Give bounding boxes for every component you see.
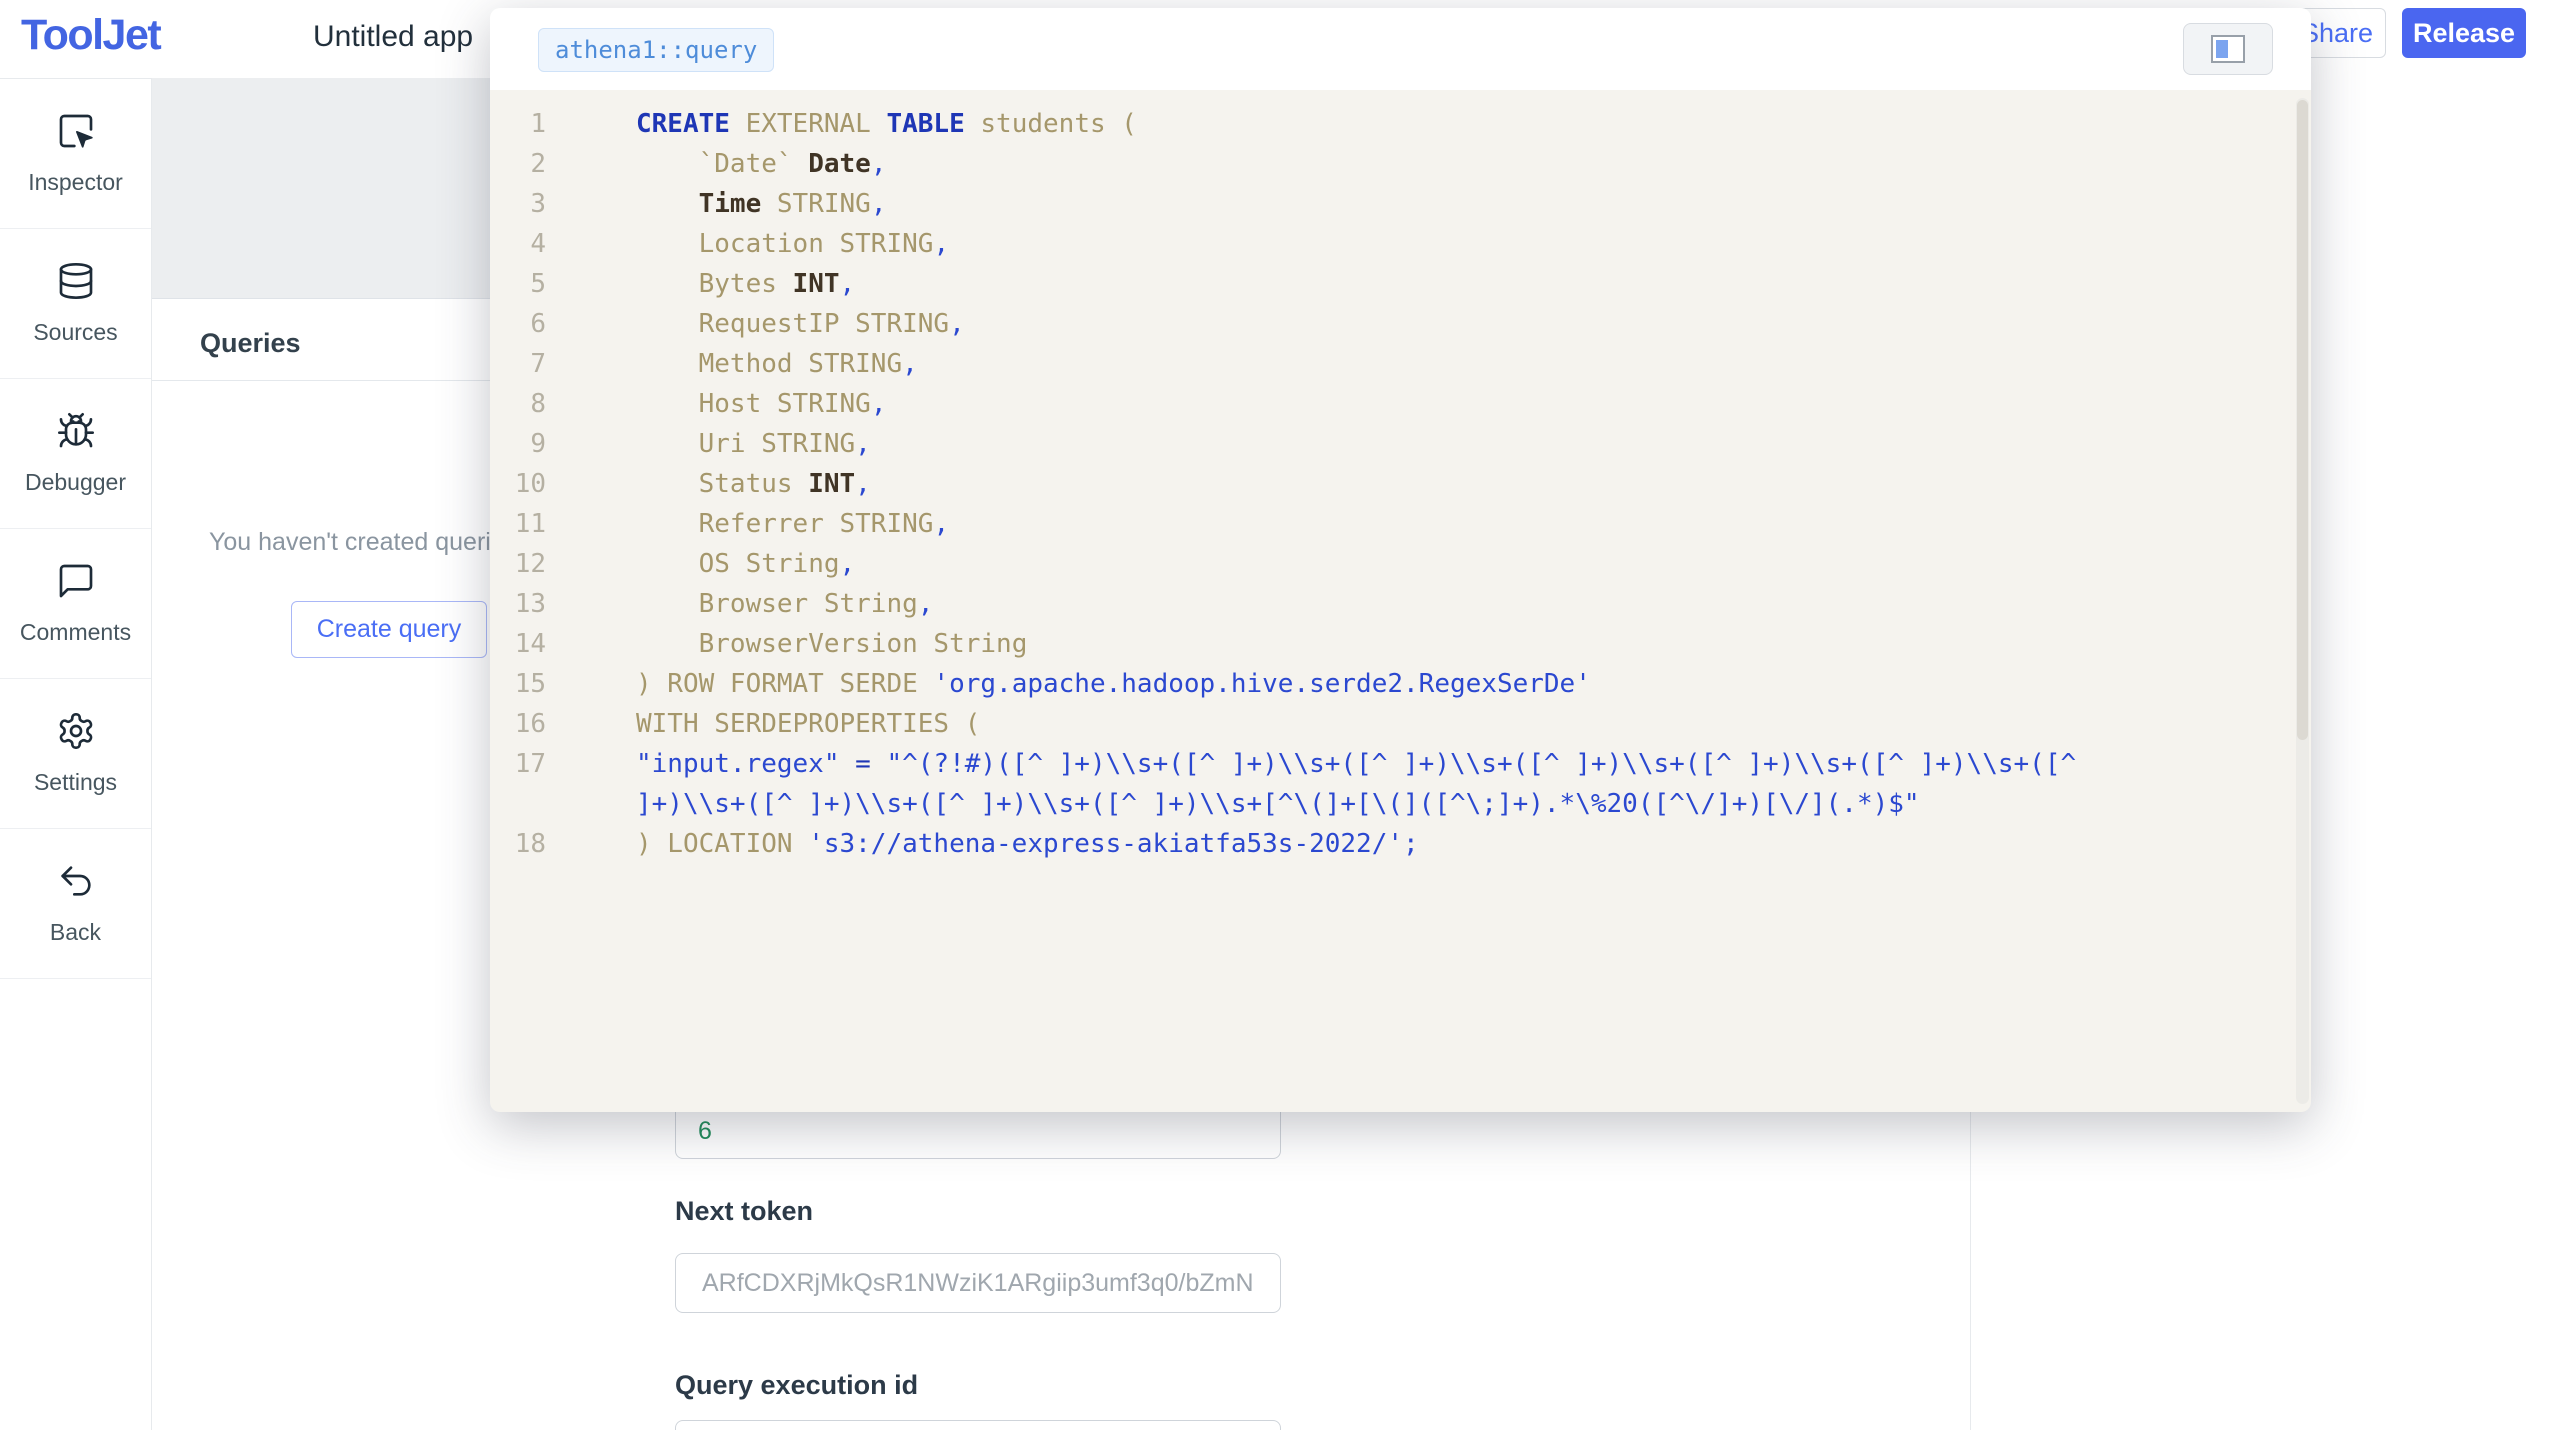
code-line: 12 OS String, bbox=[490, 544, 2311, 584]
sidebar-item-label: Comments bbox=[20, 619, 131, 646]
code-line-text: Status INT, bbox=[636, 464, 2092, 504]
code-line-text: ) ROW FORMAT SERDE 'org.apache.hadoop.hi… bbox=[636, 664, 2092, 704]
line-number: 9 bbox=[490, 424, 546, 464]
sidebar-item-label: Inspector bbox=[28, 169, 123, 196]
sidebar-item-comments[interactable]: Comments bbox=[0, 529, 151, 679]
modal-scrollbar[interactable] bbox=[2296, 98, 2309, 1104]
query-execution-id-input[interactable] bbox=[675, 1420, 1281, 1430]
left-sidebar: Inspector Sources Debugger Comments Settings… bbox=[0, 78, 152, 1430]
line-number: 2 bbox=[490, 144, 546, 184]
partial-input-value: 6 bbox=[698, 1117, 712, 1146]
code-line: 9 Uri STRING, bbox=[490, 424, 2311, 464]
code-line-text: BrowserVersion String bbox=[636, 624, 2092, 664]
line-number: 18 bbox=[490, 824, 546, 864]
code-line: 14 BrowserVersion String bbox=[490, 624, 2311, 664]
query-preview-modal: athena1::query 1 CREATE EXTERNAL TABLE st… bbox=[490, 8, 2311, 1112]
line-number: 17 bbox=[490, 744, 546, 824]
code-line-text: Bytes INT, bbox=[636, 264, 2092, 304]
line-number: 13 bbox=[490, 584, 546, 624]
code-line-text: Time STRING, bbox=[636, 184, 2092, 224]
code-line: 10 Status INT, bbox=[490, 464, 2311, 504]
database-icon bbox=[56, 261, 96, 306]
code-line: 11 Referrer STRING, bbox=[490, 504, 2311, 544]
sql-code-editor[interactable]: 1CREATE EXTERNAL TABLE students (2 `Date… bbox=[490, 90, 2311, 1112]
sidebar-item-label: Sources bbox=[33, 319, 117, 346]
code-line: 18 ) LOCATION 's3://athena-express-akiatf… bbox=[490, 824, 2311, 864]
code-line: 6 RequestIP STRING, bbox=[490, 304, 2311, 344]
code-line: 15 ) ROW FORMAT SERDE 'org.apache.hadoop.… bbox=[490, 664, 2311, 704]
sidebar-item-label: Debugger bbox=[25, 469, 126, 496]
inspector-icon bbox=[56, 111, 96, 156]
code-line: 17 "input.regex" = "^(?!#)([^ ]+)\\s+([^ … bbox=[490, 744, 2311, 824]
code-line-text: Referrer STRING, bbox=[636, 504, 2092, 544]
code-line-text: WITH SERDEPROPERTIES ( bbox=[636, 704, 2092, 744]
queries-panel-title: Queries bbox=[200, 328, 301, 359]
dock-window-icon bbox=[2211, 35, 2245, 63]
comment-icon bbox=[56, 561, 96, 606]
code-line-text: OS String, bbox=[636, 544, 2092, 584]
sidebar-item-settings[interactable]: Settings bbox=[0, 679, 151, 829]
code-line: 2 `Date` Date, bbox=[490, 144, 2311, 184]
line-number: 14 bbox=[490, 624, 546, 664]
code-line-text: Location STRING, bbox=[636, 224, 2092, 264]
code-line: 8 Host STRING, bbox=[490, 384, 2311, 424]
code-line-text: Method STRING, bbox=[636, 344, 2092, 384]
app-title[interactable]: Untitled app bbox=[313, 20, 473, 54]
next-token-label: Next token bbox=[675, 1196, 813, 1227]
line-number: 11 bbox=[490, 504, 546, 544]
code-line: 16 WITH SERDEPROPERTIES ( bbox=[490, 704, 2311, 744]
release-button[interactable]: Release bbox=[2402, 8, 2526, 58]
next-token-input[interactable] bbox=[675, 1253, 1281, 1313]
modal-header: athena1::query bbox=[490, 8, 2311, 90]
dock-panel-button[interactable] bbox=[2183, 23, 2273, 75]
query-name-badge: athena1::query bbox=[538, 28, 774, 72]
sidebar-item-debugger[interactable]: Debugger bbox=[0, 379, 151, 529]
code-line-text: CREATE EXTERNAL TABLE students ( bbox=[636, 104, 2092, 144]
line-number: 3 bbox=[490, 184, 546, 224]
code-line-text: ) LOCATION 's3://athena-express-akiatfa5… bbox=[636, 824, 2092, 864]
code-line-text: `Date` Date, bbox=[636, 144, 2092, 184]
sidebar-item-label: Back bbox=[50, 919, 101, 946]
line-number: 5 bbox=[490, 264, 546, 304]
line-number: 7 bbox=[490, 344, 546, 384]
code-line-text: Uri STRING, bbox=[636, 424, 2092, 464]
code-line: 5 Bytes INT, bbox=[490, 264, 2311, 304]
line-number: 12 bbox=[490, 544, 546, 584]
line-number: 4 bbox=[490, 224, 546, 264]
code-line-text: RequestIP STRING, bbox=[636, 304, 2092, 344]
code-line: 4 Location STRING, bbox=[490, 224, 2311, 264]
code-line: 13 Browser String, bbox=[490, 584, 2311, 624]
bug-icon bbox=[56, 411, 96, 456]
code-line: 1 CREATE EXTERNAL TABLE students ( bbox=[490, 104, 2311, 144]
create-query-button[interactable]: Create query bbox=[291, 601, 487, 658]
code-line: 3 Time STRING, bbox=[490, 184, 2311, 224]
line-number: 8 bbox=[490, 384, 546, 424]
line-number: 6 bbox=[490, 304, 546, 344]
tooljet-logo: ToolJet bbox=[21, 11, 160, 60]
line-number: 1 bbox=[490, 104, 546, 144]
line-number: 16 bbox=[490, 704, 546, 744]
gear-icon bbox=[56, 711, 96, 756]
sidebar-item-sources[interactable]: Sources bbox=[0, 229, 151, 379]
line-number: 15 bbox=[490, 664, 546, 704]
code-line-text: Host STRING, bbox=[636, 384, 2092, 424]
line-number: 10 bbox=[490, 464, 546, 504]
code-line-text: "input.regex" = "^(?!#)([^ ]+)\\s+([^ ]+… bbox=[636, 744, 2092, 824]
code-line-text: Browser String, bbox=[636, 584, 2092, 624]
sidebar-item-inspector[interactable]: Inspector bbox=[0, 79, 151, 229]
sidebar-item-back[interactable]: Back bbox=[0, 829, 151, 979]
back-icon bbox=[56, 861, 96, 906]
modal-scrollbar-thumb[interactable] bbox=[2297, 100, 2308, 740]
query-execution-id-label: Query execution id bbox=[675, 1370, 918, 1401]
code-line: 7 Method STRING, bbox=[490, 344, 2311, 384]
sidebar-item-label: Settings bbox=[34, 769, 117, 796]
